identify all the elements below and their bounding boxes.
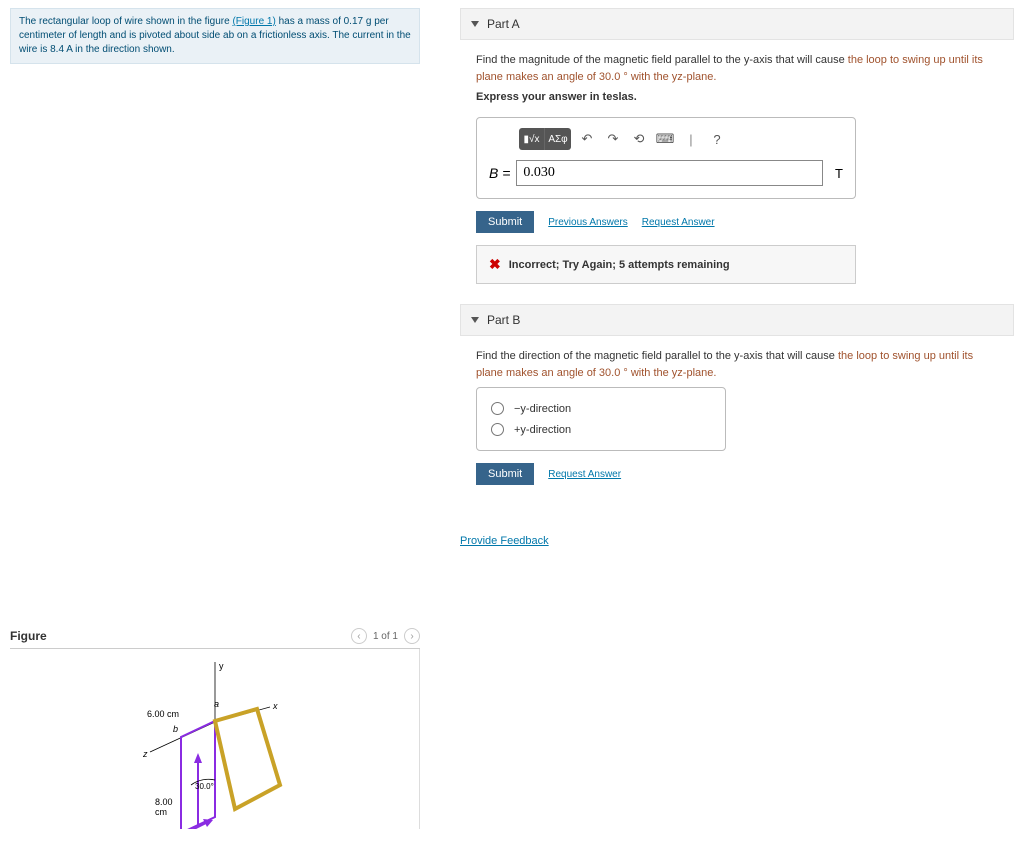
chevron-down-icon <box>471 21 479 27</box>
undo-icon[interactable]: ↶ <box>577 129 597 149</box>
part-a-header[interactable]: Part A <box>460 8 1014 40</box>
mc-option-neg-y[interactable]: −y-direction <box>491 398 711 419</box>
answer-lhs: B = <box>489 165 510 181</box>
problem-statement: The rectangular loop of wire shown in th… <box>10 8 420 64</box>
part-b-prompt: Find the direction of the magnetic field… <box>476 348 998 381</box>
figure-svg: y x z a <box>95 657 335 829</box>
part-a-title: Part A <box>487 17 520 31</box>
part-a-instruction: Express your answer in teslas. <box>476 91 998 103</box>
svg-text:8.00: 8.00 <box>155 797 173 807</box>
radio-neg-y[interactable] <box>491 402 504 415</box>
part-b-title: Part B <box>487 313 520 327</box>
help-icon[interactable]: ? <box>707 129 727 149</box>
figure-page-indicator: 1 of 1 <box>373 631 398 642</box>
request-answer-link-a[interactable]: Request Answer <box>642 217 715 228</box>
submit-button-a[interactable]: Submit <box>476 211 534 233</box>
radio-pos-y[interactable] <box>491 423 504 436</box>
problem-text-pre: The rectangular loop of wire shown in th… <box>19 16 232 27</box>
axis-z-label: z <box>142 749 148 759</box>
reset-icon[interactable]: ⟲ <box>629 129 649 149</box>
request-answer-link-b[interactable]: Request Answer <box>548 469 621 480</box>
svg-text:a: a <box>214 699 219 709</box>
keyboard-icon[interactable]: ⌨ <box>655 129 675 149</box>
figure-prev-button[interactable]: ‹ <box>351 628 367 644</box>
incorrect-icon: ✖ <box>489 256 501 273</box>
feedback-box: ✖ Incorrect; Try Again; 5 attempts remai… <box>476 245 856 284</box>
svg-text:30.0°: 30.0° <box>195 782 214 791</box>
svg-text:cm: cm <box>155 807 167 817</box>
svg-text:b: b <box>173 724 178 734</box>
figure-title: Figure <box>10 629 47 643</box>
previous-answers-link[interactable]: Previous Answers <box>548 217 627 228</box>
feedback-text: Incorrect; Try Again; 5 attempts remaini… <box>509 259 730 271</box>
template-button[interactable]: ▮√x <box>519 128 545 150</box>
figure-next-button[interactable]: › <box>404 628 420 644</box>
answer-box-a: ▮√x ΑΣφ ↶ ↷ ⟲ ⌨ | ? B = T <box>476 117 856 199</box>
provide-feedback-link[interactable]: Provide Feedback <box>460 535 549 547</box>
answer-input-a[interactable] <box>516 160 823 186</box>
submit-button-b[interactable]: Submit <box>476 463 534 485</box>
chevron-down-icon <box>471 317 479 323</box>
mc-option-pos-y[interactable]: +y-direction <box>491 419 711 440</box>
part-a-prompt: Find the magnitude of the magnetic field… <box>476 52 998 85</box>
figure-pager: ‹ 1 of 1 › <box>351 628 420 644</box>
figure-body: y x z a <box>10 649 420 829</box>
symbols-button[interactable]: ΑΣφ <box>545 128 571 150</box>
axis-x-label: x <box>272 701 278 711</box>
redo-icon[interactable]: ↷ <box>603 129 623 149</box>
svg-text:6.00 cm: 6.00 cm <box>147 709 179 719</box>
figure-panel: Figure ‹ 1 of 1 › y x z <box>10 624 420 829</box>
mc-box: −y-direction +y-direction <box>476 387 726 451</box>
axis-y-label: y <box>219 661 224 671</box>
answer-unit: T <box>835 166 843 181</box>
part-b-header[interactable]: Part B <box>460 304 1014 336</box>
figure-link[interactable]: (Figure 1) <box>232 16 275 27</box>
